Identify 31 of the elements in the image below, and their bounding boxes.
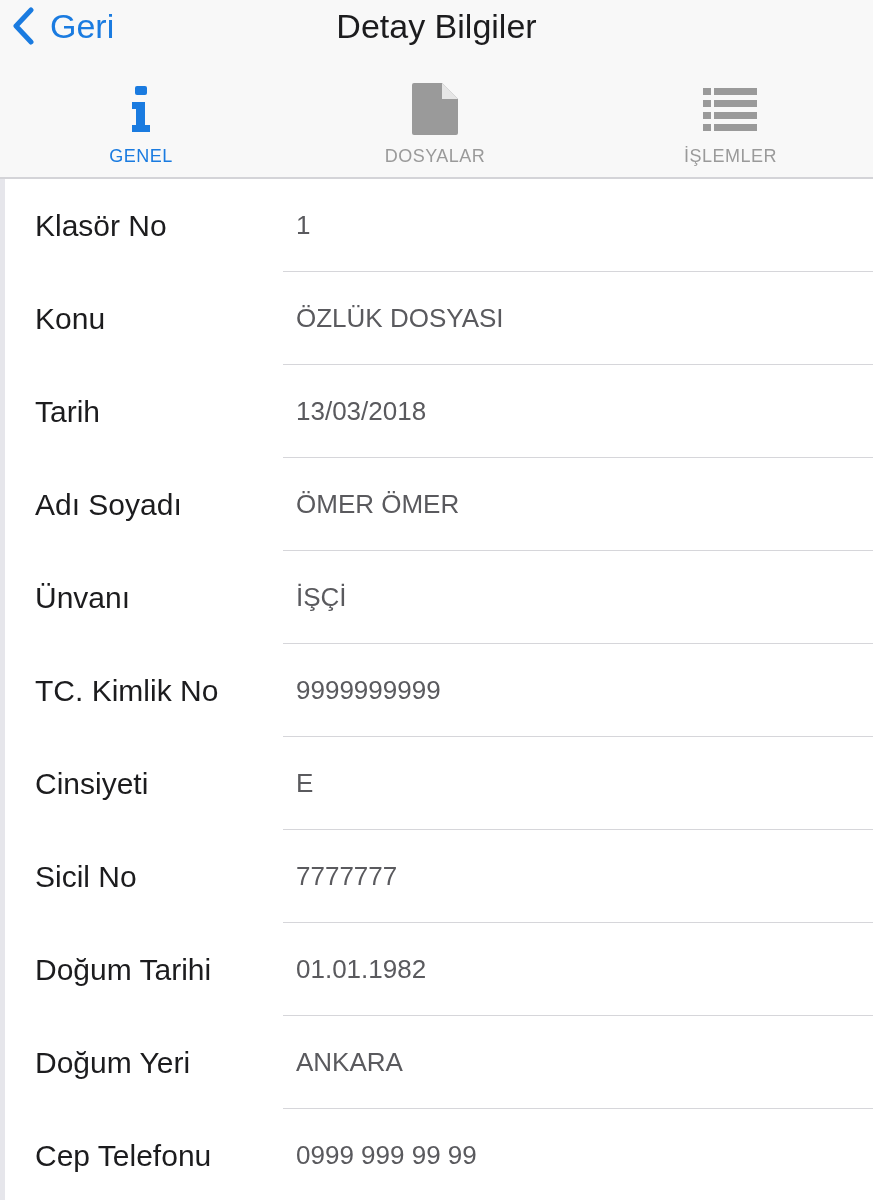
chevron-left-icon: [12, 7, 34, 45]
field-value: 13/03/2018: [295, 395, 427, 427]
field-value: İŞÇİ: [295, 581, 347, 613]
field-value: ÖMER ÖMER: [295, 488, 460, 520]
field-value: 7777777: [295, 860, 398, 892]
field-value: E: [295, 767, 314, 799]
tab[interactable]: GENEL: [109, 82, 173, 167]
tab[interactable]: DOSYALAR: [384, 82, 486, 167]
list-icon: [703, 87, 758, 131]
field-label: Doğum Yeri: [34, 1045, 192, 1080]
field-label: Cep Telefonu: [34, 1138, 213, 1173]
field-value: ÖZLÜK DOSYASI: [295, 302, 504, 334]
field-label: Adı Soyadı: [34, 487, 183, 522]
tab[interactable]: İŞLEMLER: [683, 82, 777, 167]
field-label: TC. Kimlik No: [34, 673, 220, 708]
back-button[interactable]: Geri: [10, 6, 115, 46]
page-title: Detay Bilgiler: [336, 6, 537, 46]
info-icon: [130, 86, 152, 132]
field-label: Tarih: [34, 394, 102, 429]
field-value: 1: [295, 209, 311, 241]
field-value: ANKARA: [295, 1046, 403, 1078]
field-label: Ünvanı: [34, 580, 132, 615]
field-value: 01.01.1982: [295, 953, 427, 985]
field-value: 9999999999: [295, 674, 441, 706]
field-label: Doğum Tarihi: [34, 952, 213, 987]
field-label: Konu: [34, 301, 107, 336]
field-label: Sicil No: [34, 859, 138, 894]
document-icon: [412, 83, 458, 135]
field-label: Cinsiyeti: [34, 766, 150, 801]
field-label: Klasör No: [34, 208, 168, 243]
field-value: 0999 999 99 99: [295, 1140, 477, 1171]
